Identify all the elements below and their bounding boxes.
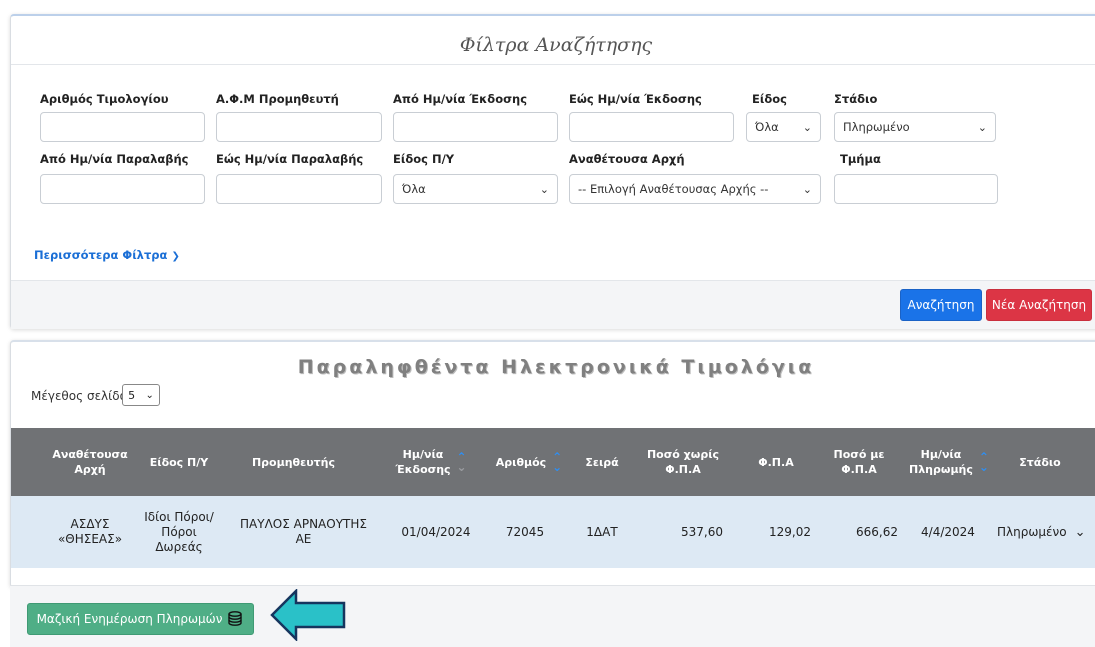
col-authority-line1: Αναθέτουσα (52, 448, 128, 461)
col-issue-date[interactable]: Ημ/νία Έκδοσης ⌃ ⌄ (385, 428, 477, 496)
invoice-number-input[interactable] (40, 112, 205, 142)
col-budget-type[interactable]: Είδος Π/Υ (139, 428, 219, 496)
authority-label: Αναθέτουσα Αρχή (569, 152, 685, 166)
cell-amount-net: 537,60 (681, 524, 723, 539)
department-label: Τμήμα (840, 152, 881, 166)
col-payment-date[interactable]: Ημ/νία Πληρωμής ⌃ ⌄ (899, 428, 999, 496)
bottom-bar: Μαζική Ενημέρωση Πληρωμών (10, 585, 1095, 647)
cell-budget-type-line2: Πόροι (161, 524, 197, 539)
receipt-date-from-label: Από Ημ/νία Παραλαβής (40, 152, 189, 166)
cell-budget-type-line3: Δωρεάς (155, 539, 203, 554)
supplier-afm-label: Α.Φ.Μ Προμηθευτή (216, 92, 339, 106)
arrow-left-icon (270, 589, 346, 641)
cell-authority-line1: ΑΣΔΥΣ (70, 517, 110, 531)
col-issue-date-line2: Έκδοσης (395, 463, 451, 476)
cell-budget-type-line1: Ιδίοι Πόροι/ (144, 509, 214, 524)
results-card: Παραληφθέντα Ηλεκτρονικά Τιμολόγια Μέγεθ… (10, 340, 1095, 588)
issue-date-from-label: Από Ημ/νία Έκδοσης (393, 92, 528, 106)
authority-select-value: -- Επιλογή Αναθέτουσας Αρχής -- (578, 182, 769, 196)
cell-issue-date: 01/04/2024 (401, 524, 471, 539)
budget-type-label: Είδος Π/Υ (393, 152, 455, 166)
type-select[interactable]: Όλα ⌄ (746, 112, 821, 142)
col-amount-net-line2: Φ.Π.Α (665, 463, 701, 476)
stage-select-value: Πληρωμένο (843, 120, 910, 134)
sort-icon[interactable]: ⌃ ⌄ (457, 451, 467, 473)
supplier-afm-input[interactable] (216, 112, 382, 142)
col-amount-gross-line2: Φ.Π.Α (841, 463, 877, 476)
table-header: Αναθέτουσα Αρχή Είδος Π/Υ Προμηθευτής Ημ/… (11, 428, 1095, 496)
chevron-down-icon: ⌄ (977, 120, 987, 134)
col-authority[interactable]: Αναθέτουσα Αρχή (41, 428, 139, 496)
cell-supplier: ΠΑΥΛΟΣ ΑΡΝΑΟΥΤΗΣ ΑΕ (240, 517, 367, 546)
col-supplier[interactable]: Προμηθευτής (231, 428, 356, 496)
col-number-label: Αριθμός (495, 455, 547, 469)
type-select-value: Όλα (755, 120, 779, 134)
mass-update-payments-button[interactable]: Μαζική Ενημέρωση Πληρωμών (27, 603, 254, 635)
more-filters-label: Περισσότερα Φίλτρα (34, 248, 168, 262)
table-row: ΑΣΔΥΣ «ΘΗΣΕΑΣ» Ιδίοι Πόροι/Πόροι Δωρεάς ΠΑ… (11, 496, 1095, 568)
search-button[interactable]: Αναζήτηση (900, 289, 982, 321)
col-amount-net-line1: Ποσό χωρίς (646, 448, 720, 461)
filter-card: Φίλτρα Αναζήτησης Αριθμός Τιμολογίου Α.Φ… (10, 14, 1095, 329)
coins-icon (226, 610, 244, 628)
filter-footer: Αναζήτηση Νέα Αναζήτηση (11, 280, 1095, 329)
col-payment-date-line2: Πληρωμής (909, 463, 973, 476)
cell-authority-line2: «ΘΗΣΕΑΣ» (57, 532, 123, 546)
chevron-down-icon: ⌄ (802, 182, 812, 196)
receipt-date-to-input[interactable] (216, 174, 382, 204)
filter-title: Φίλτρα Αναζήτησης (459, 34, 653, 56)
page-size-select[interactable]: 5 ⌄ (122, 384, 160, 406)
results-title: Παραληφθέντα Ηλεκτρονικά Τιμολόγια (297, 356, 815, 378)
budget-type-select[interactable]: Όλα ⌄ (393, 174, 558, 204)
budget-type-select-value: Όλα (402, 182, 426, 196)
cell-amount-gross: 666,62 (856, 524, 898, 539)
col-series[interactable]: Σειρά (577, 428, 627, 496)
type-label: Είδος (752, 92, 787, 106)
col-vat[interactable]: Φ.Π.Α (741, 428, 811, 496)
cell-authority: ΑΣΔΥΣ «ΘΗΣΕΑΣ» (41, 496, 139, 568)
invoice-number-label: Αριθμός Τιμολογίου (40, 92, 169, 106)
authority-select[interactable]: -- Επιλογή Αναθέτουσας Αρχής -- ⌄ (569, 174, 821, 204)
col-amount-gross[interactable]: Ποσό με Φ.Π.Α (825, 428, 893, 496)
divider (11, 64, 1095, 65)
col-payment-date-line1: Ημ/νία (920, 448, 962, 461)
more-filters-link[interactable]: Περισσότερα Φίλτρα ❯ (34, 248, 180, 262)
receipt-date-from-input[interactable] (40, 174, 205, 204)
cell-vat: 129,02 (769, 524, 811, 539)
issue-date-from-input[interactable] (393, 112, 558, 142)
stage-select[interactable]: Πληρωμένο ⌄ (834, 112, 996, 142)
stage-label: Στάδιο (834, 92, 878, 106)
issue-date-to-input[interactable] (569, 112, 734, 142)
cell-payment-date: 4/4/2024 (921, 524, 975, 539)
new-search-button[interactable]: Νέα Αναζήτηση (986, 289, 1092, 321)
chevron-down-icon: ❯ (171, 251, 180, 262)
sort-icon[interactable]: ⌃ ⌄ (979, 451, 989, 473)
department-input[interactable] (834, 174, 998, 204)
chevron-down-icon: ⌄ (1074, 524, 1086, 540)
chevron-down-icon: ⌄ (539, 182, 549, 196)
receipt-date-to-label: Εώς Ημ/νία Παραλαβής (216, 152, 364, 166)
page-size-label: Μέγεθος σελίδα (31, 389, 128, 403)
cell-series: 1ΔΑΤ (586, 524, 618, 539)
page-size-value: 5 (128, 388, 136, 402)
cell-number: 72045 (505, 524, 545, 539)
col-number[interactable]: Αριθμός ⌃ ⌄ (484, 428, 574, 496)
col-amount-gross-line1: Ποσό με (833, 448, 885, 461)
cell-budget-type: Ιδίοι Πόροι/Πόροι Δωρεάς (139, 496, 219, 568)
chevron-down-icon: ⌄ (802, 120, 812, 134)
col-amount-net[interactable]: Ποσό χωρίς Φ.Π.Α (643, 428, 723, 496)
cell-stage-value: Πληρωμένο (997, 524, 1067, 539)
chevron-down-icon: ⌄ (145, 389, 154, 401)
cell-stage-select[interactable]: Πληρωμένο ⌄ (997, 496, 1091, 568)
col-stage[interactable]: Στάδιο (1005, 428, 1075, 496)
issue-date-to-label: Εώς Ημ/νία Έκδοσης (569, 92, 702, 106)
col-issue-date-line1: Ημ/νία (402, 448, 444, 461)
sort-icon[interactable]: ⌃ ⌄ (552, 451, 562, 473)
col-authority-line2: Αρχή (74, 463, 106, 476)
mass-update-label: Μαζική Ενημέρωση Πληρωμών (36, 612, 223, 626)
